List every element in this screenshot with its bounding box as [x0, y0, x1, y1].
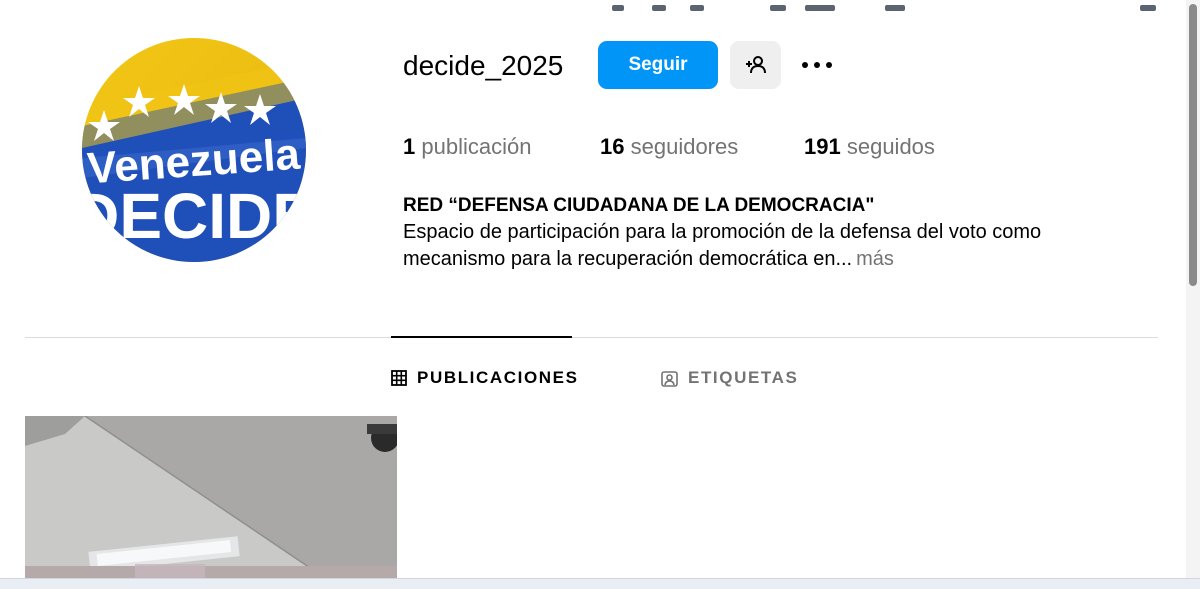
taskbar-app-icon[interactable] — [770, 5, 786, 11]
bio-text-line1: Espacio de participación para la promoci… — [403, 221, 1042, 243]
tab-tagged[interactable]: ETIQUETAS — [661, 366, 798, 390]
followers-link[interactable]: 16 seguidores — [600, 133, 738, 161]
posts-count-label: publicación — [421, 134, 532, 159]
bio-name: RED “DEFENSA CIUDADANA DE LA DEMOCRACIA" — [403, 195, 875, 216]
taskbar-app-icon[interactable] — [805, 5, 835, 11]
avatar-text-decide: DECIDE — [82, 180, 306, 252]
tab-tagged-label: ETIQUETAS — [688, 368, 799, 387]
taskbar-app-icon[interactable] — [652, 5, 666, 11]
tagged-icon — [661, 370, 678, 387]
post-thumbnail[interactable] — [25, 416, 397, 578]
tabs-divider — [25, 337, 1158, 338]
taskbar-app-icon[interactable] — [612, 5, 624, 11]
scrollbar-thumb[interactable] — [1189, 4, 1197, 286]
bio-text-line2-content: mecanismo para la recuperación democráti… — [403, 248, 853, 270]
taskbar-app-icon[interactable] — [690, 5, 704, 11]
tab-posts[interactable]: PUBLICACIONES — [391, 366, 579, 390]
follow-button[interactable]: Seguir — [598, 41, 718, 89]
followers-count-label: seguidores — [630, 134, 739, 159]
suggest-user-button[interactable] — [730, 41, 781, 89]
following-count-label: seguidos — [846, 134, 935, 159]
add-user-icon — [745, 56, 766, 74]
bio-text-line2: mecanismo para la recuperación democráti… — [403, 246, 894, 272]
more-options-icon — [802, 62, 832, 68]
profile-avatar[interactable]: Venezuela DECIDE — [82, 38, 306, 262]
posts-count-value: 1 — [403, 134, 416, 159]
following-link[interactable]: 191 seguidos — [804, 133, 935, 161]
taskbar-tray-icon[interactable] — [1140, 5, 1156, 11]
os-taskbar — [0, 578, 1200, 589]
profile-username: decide_2025 — [403, 50, 564, 81]
following-count-value: 191 — [804, 134, 841, 159]
posts-count: 1 publicación — [403, 133, 531, 161]
bio-more-link[interactable]: más — [856, 248, 894, 270]
post-image — [25, 416, 397, 578]
followers-count-value: 16 — [600, 134, 625, 159]
taskbar-app-icon[interactable] — [885, 5, 905, 11]
active-tab-indicator — [391, 336, 572, 338]
more-options-button[interactable] — [798, 50, 836, 80]
tab-posts-label: PUBLICACIONES — [417, 368, 579, 387]
avatar-image: Venezuela DECIDE — [82, 38, 306, 262]
grid-icon — [391, 370, 407, 386]
